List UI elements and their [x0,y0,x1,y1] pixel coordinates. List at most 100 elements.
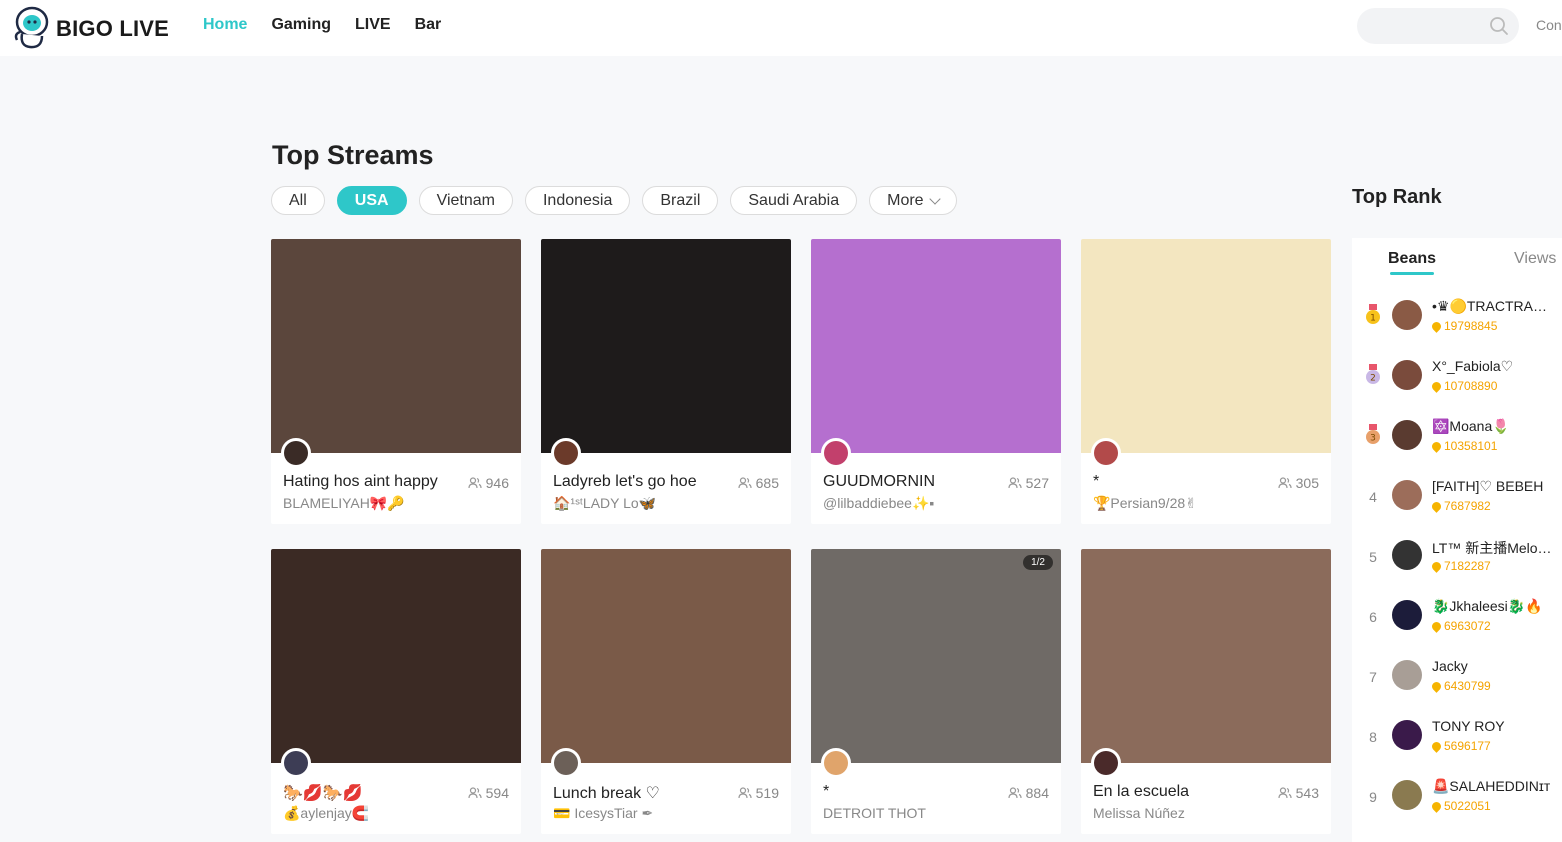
rank-score: 10358101 [1430,439,1497,453]
rank-avatar[interactable] [1392,360,1422,390]
viewer-count: 543 [1278,785,1319,801]
rank-score: 6963072 [1430,619,1491,633]
stream-card[interactable]: GUUDMORNIN @lilbaddiebee✨▪ 527 [811,239,1061,524]
rank-avatar[interactable] [1392,420,1422,450]
host-avatar[interactable] [821,438,851,468]
stream-thumbnail[interactable] [811,239,1061,453]
host-avatar[interactable] [551,438,581,468]
rank-user-name: Jacky [1432,658,1468,674]
rank-medal-icon: 3 [1366,424,1380,444]
nav-home[interactable]: Home [203,16,247,34]
brand-logo[interactable]: BIGO LIVE [12,4,169,50]
rank-row[interactable]: 1 •♛🟡TRACTRA… 19798845 [1352,290,1562,342]
rank-row[interactable]: 6 🐉Jkhaleesi🐉🔥 6963072 [1352,590,1562,642]
rank-avatar[interactable] [1392,780,1422,810]
filter-more[interactable]: More [869,186,957,215]
header-right-link[interactable]: Con [1536,17,1562,33]
stream-card[interactable]: * 🏆Persian9/28✌ 305 [1081,239,1331,524]
rank-user-name: 🚨SALAHEDDINɪᴛ [1432,778,1551,794]
rank-position: 2 [1370,374,1376,384]
rank-row[interactable]: 3 🔯Moana🌷 10358101 [1352,410,1562,462]
viewers-icon [468,787,482,799]
nav-bar[interactable]: Bar [415,16,442,34]
viewers-icon [738,787,752,799]
stream-thumbnail[interactable] [541,239,791,453]
stream-title: * [1093,473,1100,490]
filter-brazil[interactable]: Brazil [642,186,719,215]
host-name: DETROIT THOT [823,805,926,821]
filter-more-label: More [887,191,924,209]
search-input[interactable] [1357,8,1519,44]
filter-saudi-arabia[interactable]: Saudi Arabia [730,186,858,215]
host-avatar[interactable] [551,748,581,778]
stream-thumbnail[interactable] [1081,239,1331,453]
rank-row[interactable]: 4 [FAITH]♡ BEBEH 7687982 [1352,470,1562,522]
host-name: 🏠¹ˢᵗLADY Lo🦋 [553,495,657,511]
bean-icon [1430,499,1443,513]
host-avatar[interactable] [1091,438,1121,468]
viewer-count-value: 519 [755,785,779,801]
stream-card[interactable]: En la escuela Melissa Núñez 543 [1081,549,1331,834]
bean-icon [1430,799,1443,813]
host-avatar[interactable] [281,438,311,468]
rank-position: 1 [1370,314,1376,324]
stream-card[interactable]: 1/2 * DETROIT THOT 884 [811,549,1061,834]
nav-live[interactable]: LIVE [355,16,391,34]
nav-gaming[interactable]: Gaming [271,16,331,34]
rank-user-name: LT™ 新主播Melo… [1432,540,1552,556]
chevron-down-icon [928,192,941,205]
bean-icon [1430,379,1443,393]
rank-score-value: 6430799 [1444,679,1491,693]
rank-position: 5 [1369,549,1377,565]
top-header: BIGO LIVE Home Gaming LIVE Bar Con [0,0,1562,56]
stream-card[interactable]: Ladyreb let's go hoe 🏠¹ˢᵗLADY Lo🦋 685 [541,239,791,524]
rank-avatar[interactable] [1392,720,1422,750]
stream-title: GUUDMORNIN [823,473,935,490]
stream-thumbnail[interactable] [541,549,791,763]
rank-row[interactable]: 9 🚨SALAHEDDINɪᴛ 5022051 [1352,770,1562,822]
filter-vietnam[interactable]: Vietnam [418,186,513,215]
brand-name: BIGO LIVE [56,16,170,41]
host-avatar[interactable] [281,748,311,778]
rank-score-value: 6963072 [1444,619,1491,633]
rank-user-name: TONY ROY [1432,718,1505,734]
stream-thumbnail[interactable] [811,549,1061,763]
rank-avatar[interactable] [1392,480,1422,510]
viewer-count-value: 305 [1295,475,1319,491]
host-name: @lilbaddiebee✨▪ [823,495,935,511]
rank-score: 10708890 [1430,379,1497,393]
stream-thumbnail[interactable] [271,549,521,763]
search-icon[interactable] [1489,16,1509,36]
filter-usa[interactable]: USA [336,186,407,215]
tab-views[interactable]: Views [1514,250,1556,268]
rank-avatar[interactable] [1392,300,1422,330]
rank-user-name: •♛🟡TRACTRA… [1432,298,1547,314]
bean-icon [1430,319,1443,333]
rank-row[interactable]: 8 TONY ROY 5696177 [1352,710,1562,762]
host-avatar[interactable] [1091,748,1121,778]
rank-avatar[interactable] [1392,540,1422,570]
rank-avatar[interactable] [1392,600,1422,630]
tab-beans[interactable]: Beans [1388,250,1436,275]
rank-score-value: 5696177 [1444,739,1491,753]
rank-row[interactable]: 5 LT™ 新主播Melo… 7182287 [1352,530,1562,582]
stream-card[interactable]: Hating hos aint happy BLAMELIYAH🎀🔑 946 [271,239,521,524]
filter-indonesia[interactable]: Indonesia [524,186,631,215]
stream-card[interactable]: Lunch break ♡ 💳 IcesysTiar ✒ 519 [541,549,791,834]
stream-thumbnail[interactable] [1081,549,1331,763]
rank-row[interactable]: 7 Jacky 6430799 [1352,650,1562,702]
host-avatar[interactable] [821,748,851,778]
stream-thumbnail[interactable] [271,239,521,453]
rank-score: 19798845 [1430,319,1497,333]
viewer-count: 305 [1278,475,1319,491]
filter-all[interactable]: All [271,186,325,215]
rank-position: 7 [1369,669,1377,685]
rank-medal-icon: 2 [1366,364,1380,384]
rank-row[interactable]: 2 X°_Fabiola♡ 10708890 [1352,350,1562,402]
viewers-icon [1278,477,1292,489]
stream-card[interactable]: 🐎💋🐎💋 💰aylenjay🧲 594 [271,549,521,834]
rank-avatar[interactable] [1392,660,1422,690]
stream-title: Ladyreb let's go hoe [553,473,697,490]
rank-score: 5022051 [1430,799,1491,813]
host-name: BLAMELIYAH🎀🔑 [283,495,405,511]
